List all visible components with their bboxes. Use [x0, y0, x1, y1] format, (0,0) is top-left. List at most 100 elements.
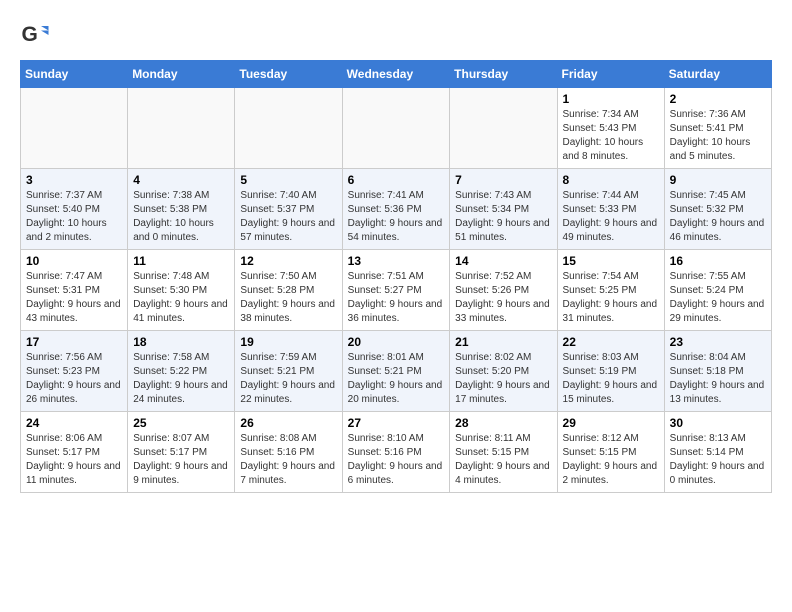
table-row [21, 88, 128, 169]
table-row: 5 Sunrise: 7:40 AM Sunset: 5:37 PM Daylig… [235, 169, 342, 250]
day-info: Sunrise: 7:58 AM Sunset: 5:22 PM Dayligh… [133, 351, 229, 407]
table-row: 22Sunrise: 8:03 AM Sunset: 5:19 PM Dayli… [557, 331, 664, 412]
day-info: Sunrise: 8:02 AM Sunset: 5:20 PM Dayligh… [455, 351, 551, 407]
table-row [450, 88, 557, 169]
day-number: 6 [348, 173, 445, 187]
table-row [235, 88, 342, 169]
table-row: 3Sunrise: 7:37 AM Sunset: 5:40 PM Daylig… [21, 169, 128, 250]
day-info: Sunrise: 7:44 AM Sunset: 5:33 PM Dayligh… [563, 189, 659, 245]
day-info: Sunrise: 8:10 AM Sunset: 5:16 PM Dayligh… [348, 432, 445, 488]
table-row [342, 88, 450, 169]
calendar-week-row: 3Sunrise: 7:37 AM Sunset: 5:40 PM Daylig… [21, 169, 772, 250]
svg-text:G: G [22, 23, 38, 46]
weekday-header-wednesday: Wednesday [342, 61, 450, 88]
day-number: 2 [670, 92, 766, 106]
day-info: Sunrise: 7:36 AM Sunset: 5:41 PM Dayligh… [670, 108, 766, 164]
weekday-header-monday: Monday [128, 61, 235, 88]
day-number: 27 [348, 416, 445, 430]
day-info: Sunrise: 7:38 AM Sunset: 5:38 PM Dayligh… [133, 189, 229, 245]
day-info: Sunrise: 7:37 AM Sunset: 5:40 PM Dayligh… [26, 189, 122, 245]
day-number: 12 [240, 254, 336, 268]
day-number: 28 [455, 416, 551, 430]
table-row: 26 Sunrise: 8:08 AM Sunset: 5:16 PM Dayli… [235, 412, 342, 493]
calendar-week-row: 1Sunrise: 7:34 AM Sunset: 5:43 PM Daylig… [21, 88, 772, 169]
day-number: 26 [240, 416, 336, 430]
day-number: 13 [348, 254, 445, 268]
day-number: 5 [240, 173, 336, 187]
weekday-header-friday: Friday [557, 61, 664, 88]
day-info: Sunrise: 8:11 AM Sunset: 5:15 PM Dayligh… [455, 432, 551, 488]
day-info: Sunrise: 7:40 AM Sunset: 5:37 PM Dayligh… [240, 189, 336, 245]
table-row: 19Sunrise: 7:59 AM Sunset: 5:21 PM Dayli… [235, 331, 342, 412]
table-row: 4Sunrise: 7:38 AM Sunset: 5:38 PM Daylig… [128, 169, 235, 250]
table-row: 8 Sunrise: 7:44 AM Sunset: 5:33 PM Daylig… [557, 169, 664, 250]
logo-icon: G [20, 20, 50, 50]
table-row: 24 Sunrise: 8:06 AM Sunset: 5:17 PM Dayli… [21, 412, 128, 493]
weekday-header-tuesday: Tuesday [235, 61, 342, 88]
weekday-header-thursday: Thursday [450, 61, 557, 88]
table-row: 11 Sunrise: 7:48 AM Sunset: 5:30 PM Dayli… [128, 250, 235, 331]
table-row: 2 Sunrise: 7:36 AM Sunset: 5:41 PM Daylig… [664, 88, 771, 169]
day-number: 24 [26, 416, 122, 430]
calendar-week-row: 24 Sunrise: 8:06 AM Sunset: 5:17 PM Dayli… [21, 412, 772, 493]
day-number: 8 [563, 173, 659, 187]
table-row: 28 Sunrise: 8:11 AM Sunset: 5:15 PM Dayli… [450, 412, 557, 493]
day-number: 29 [563, 416, 659, 430]
table-row: 14 Sunrise: 7:52 AM Sunset: 5:26 PM Dayli… [450, 250, 557, 331]
day-number: 22 [563, 335, 659, 349]
day-number: 19 [240, 335, 336, 349]
day-info: Sunrise: 7:43 AM Sunset: 5:34 PM Dayligh… [455, 189, 551, 245]
table-row: 23Sunrise: 8:04 AM Sunset: 5:18 PM Dayli… [664, 331, 771, 412]
day-info: Sunrise: 8:12 AM Sunset: 5:15 PM Dayligh… [563, 432, 659, 488]
logo: G [20, 20, 54, 50]
day-info: Sunrise: 8:07 AM Sunset: 5:17 PM Dayligh… [133, 432, 229, 488]
table-row [128, 88, 235, 169]
table-row: 6 Sunrise: 7:41 AM Sunset: 5:36 PM Daylig… [342, 169, 450, 250]
calendar-week-row: 17 Sunrise: 7:56 AM Sunset: 5:23 PM Dayli… [21, 331, 772, 412]
day-number: 30 [670, 416, 766, 430]
day-number: 11 [133, 254, 229, 268]
table-row: 17 Sunrise: 7:56 AM Sunset: 5:23 PM Dayli… [21, 331, 128, 412]
table-row: 10Sunrise: 7:47 AM Sunset: 5:31 PM Dayli… [21, 250, 128, 331]
day-info: Sunrise: 7:34 AM Sunset: 5:43 PM Dayligh… [563, 108, 659, 164]
day-info: Sunrise: 8:06 AM Sunset: 5:17 PM Dayligh… [26, 432, 122, 488]
day-number: 18 [133, 335, 229, 349]
day-number: 23 [670, 335, 766, 349]
day-info: Sunrise: 7:51 AM Sunset: 5:27 PM Dayligh… [348, 270, 445, 326]
day-info: Sunrise: 7:56 AM Sunset: 5:23 PM Dayligh… [26, 351, 122, 407]
table-row: 12 Sunrise: 7:50 AM Sunset: 5:28 PM Dayli… [235, 250, 342, 331]
day-number: 20 [348, 335, 445, 349]
day-info: Sunrise: 7:41 AM Sunset: 5:36 PM Dayligh… [348, 189, 445, 245]
day-info: Sunrise: 7:50 AM Sunset: 5:28 PM Dayligh… [240, 270, 336, 326]
calendar-table: SundayMondayTuesdayWednesdayThursdayFrid… [20, 60, 772, 493]
table-row: 16Sunrise: 7:55 AM Sunset: 5:24 PM Dayli… [664, 250, 771, 331]
day-info: Sunrise: 7:48 AM Sunset: 5:30 PM Dayligh… [133, 270, 229, 326]
table-row: 13 Sunrise: 7:51 AM Sunset: 5:27 PM Dayli… [342, 250, 450, 331]
day-info: Sunrise: 7:54 AM Sunset: 5:25 PM Dayligh… [563, 270, 659, 326]
table-row: 27 Sunrise: 8:10 AM Sunset: 5:16 PM Dayli… [342, 412, 450, 493]
day-number: 7 [455, 173, 551, 187]
table-row: 25 Sunrise: 8:07 AM Sunset: 5:17 PM Dayli… [128, 412, 235, 493]
day-info: Sunrise: 7:45 AM Sunset: 5:32 PM Dayligh… [670, 189, 766, 245]
day-info: Sunrise: 8:01 AM Sunset: 5:21 PM Dayligh… [348, 351, 445, 407]
day-number: 14 [455, 254, 551, 268]
table-row: 1Sunrise: 7:34 AM Sunset: 5:43 PM Daylig… [557, 88, 664, 169]
day-number: 25 [133, 416, 229, 430]
table-row: 30 Sunrise: 8:13 AM Sunset: 5:14 PM Dayli… [664, 412, 771, 493]
calendar-week-row: 10Sunrise: 7:47 AM Sunset: 5:31 PM Dayli… [21, 250, 772, 331]
table-row: 20 Sunrise: 8:01 AM Sunset: 5:21 PM Dayli… [342, 331, 450, 412]
day-info: Sunrise: 8:08 AM Sunset: 5:16 PM Dayligh… [240, 432, 336, 488]
calendar-header-row: SundayMondayTuesdayWednesdayThursdayFrid… [21, 61, 772, 88]
table-row: 9 Sunrise: 7:45 AM Sunset: 5:32 PM Daylig… [664, 169, 771, 250]
table-row: 15Sunrise: 7:54 AM Sunset: 5:25 PM Dayli… [557, 250, 664, 331]
day-number: 10 [26, 254, 122, 268]
day-number: 9 [670, 173, 766, 187]
page-header: G [20, 20, 772, 50]
table-row: 7 Sunrise: 7:43 AM Sunset: 5:34 PM Daylig… [450, 169, 557, 250]
day-number: 17 [26, 335, 122, 349]
weekday-header-saturday: Saturday [664, 61, 771, 88]
table-row: 18 Sunrise: 7:58 AM Sunset: 5:22 PM Dayli… [128, 331, 235, 412]
day-info: Sunrise: 7:52 AM Sunset: 5:26 PM Dayligh… [455, 270, 551, 326]
day-number: 21 [455, 335, 551, 349]
day-info: Sunrise: 8:13 AM Sunset: 5:14 PM Dayligh… [670, 432, 766, 488]
